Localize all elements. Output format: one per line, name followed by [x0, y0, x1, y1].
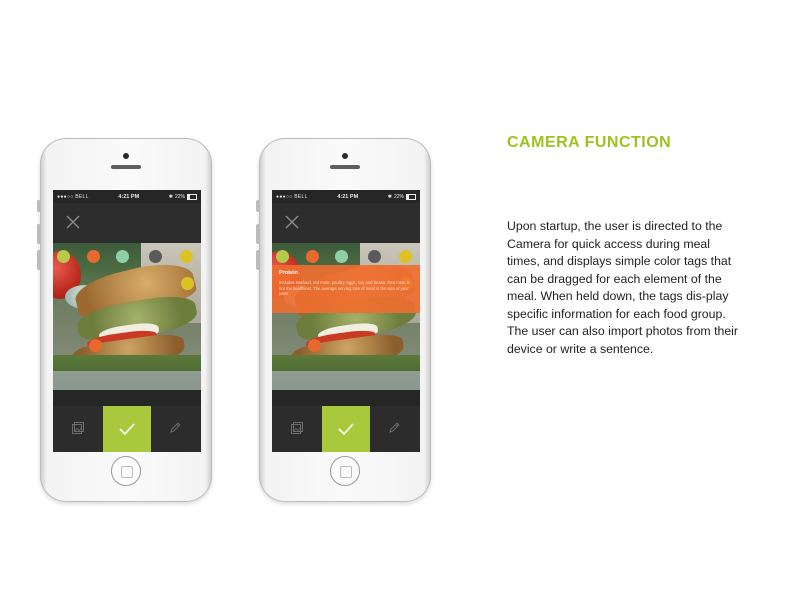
feature-description: Upon startup, the user is directed to th… [507, 219, 739, 356]
carrier-label: ●●●○○ BELL [57, 193, 89, 200]
battery-icon [187, 193, 197, 200]
placed-tag-yellow[interactable] [181, 277, 194, 290]
tag-protein[interactable] [306, 250, 319, 263]
camera-top-bar [272, 203, 420, 243]
volume-down-button [37, 250, 40, 270]
mute-switch [37, 200, 40, 212]
tag-grains[interactable] [276, 250, 289, 263]
volume-up-button [37, 224, 40, 244]
gallery-icon[interactable] [290, 421, 304, 435]
info-popup-title: Protein [279, 270, 298, 276]
tag-info-popup: Protein Includes seafood, red meat, poul… [272, 265, 420, 313]
front-camera [123, 153, 129, 159]
phone-screen: ●●●○○ BELL 4:21 PM ✱ 22% [272, 190, 420, 452]
confirm-button[interactable] [103, 406, 151, 452]
earpiece-speaker [330, 165, 360, 169]
checkmark-icon [338, 423, 354, 436]
bluetooth-icon: ✱ [387, 193, 392, 200]
earpiece-speaker [111, 165, 141, 169]
tag-other[interactable] [149, 250, 162, 263]
pencil-icon[interactable] [387, 421, 401, 435]
status-bar: ●●●○○ BELL 4:21 PM ✱ 22% [53, 190, 201, 203]
camera-top-bar [53, 203, 201, 243]
clock: 4:21 PM [337, 193, 359, 200]
battery-icon [406, 193, 416, 200]
tag-vegetables[interactable] [116, 250, 129, 263]
carrier-label: ●●●○○ BELL [276, 193, 308, 200]
info-popup-body: Includes seafood, red meat, poultry, egg… [279, 280, 410, 297]
placed-tag-orange[interactable] [89, 339, 102, 352]
pencil-icon[interactable] [168, 421, 182, 435]
camera-bottom-bar [53, 406, 201, 452]
phone-screen: ●●●○○ BELL 4:21 PM ✱ 22% [53, 190, 201, 452]
phone-mockup-left: ●●●○○ BELL 4:21 PM ✱ 22% [37, 138, 212, 502]
phone-mockup-right: ●●●○○ BELL 4:21 PM ✱ 22% Protein Include… [256, 138, 431, 502]
tag-fruit[interactable] [399, 250, 412, 263]
battery-indicator: ✱ 22% [387, 193, 416, 200]
battery-percent: 22% [174, 193, 185, 200]
checkmark-icon [119, 423, 135, 436]
battery-indicator: ✱ 22% [168, 193, 197, 200]
tag-grains[interactable] [57, 250, 70, 263]
clock: 4:21 PM [118, 193, 140, 200]
tag-fruit[interactable] [180, 250, 193, 263]
mute-switch [256, 200, 259, 212]
camera-bottom-bar [272, 406, 420, 452]
home-button [330, 456, 360, 486]
close-icon[interactable] [63, 212, 83, 232]
close-icon[interactable] [282, 212, 302, 232]
tag-protein[interactable] [87, 250, 100, 263]
placed-tag-orange[interactable] [308, 339, 321, 352]
color-tag-row [53, 250, 201, 270]
battery-percent: 22% [393, 193, 404, 200]
front-camera [342, 153, 348, 159]
bluetooth-icon: ✱ [168, 193, 173, 200]
confirm-button[interactable] [322, 406, 370, 452]
home-button [111, 456, 141, 486]
volume-down-button [256, 250, 259, 270]
gallery-icon[interactable] [71, 421, 85, 435]
section-heading: CAMERA FUNCTION [507, 134, 672, 151]
volume-up-button [256, 224, 259, 244]
tag-other[interactable] [368, 250, 381, 263]
status-bar: ●●●○○ BELL 4:21 PM ✱ 22% [272, 190, 420, 203]
tag-vegetables[interactable] [335, 250, 348, 263]
